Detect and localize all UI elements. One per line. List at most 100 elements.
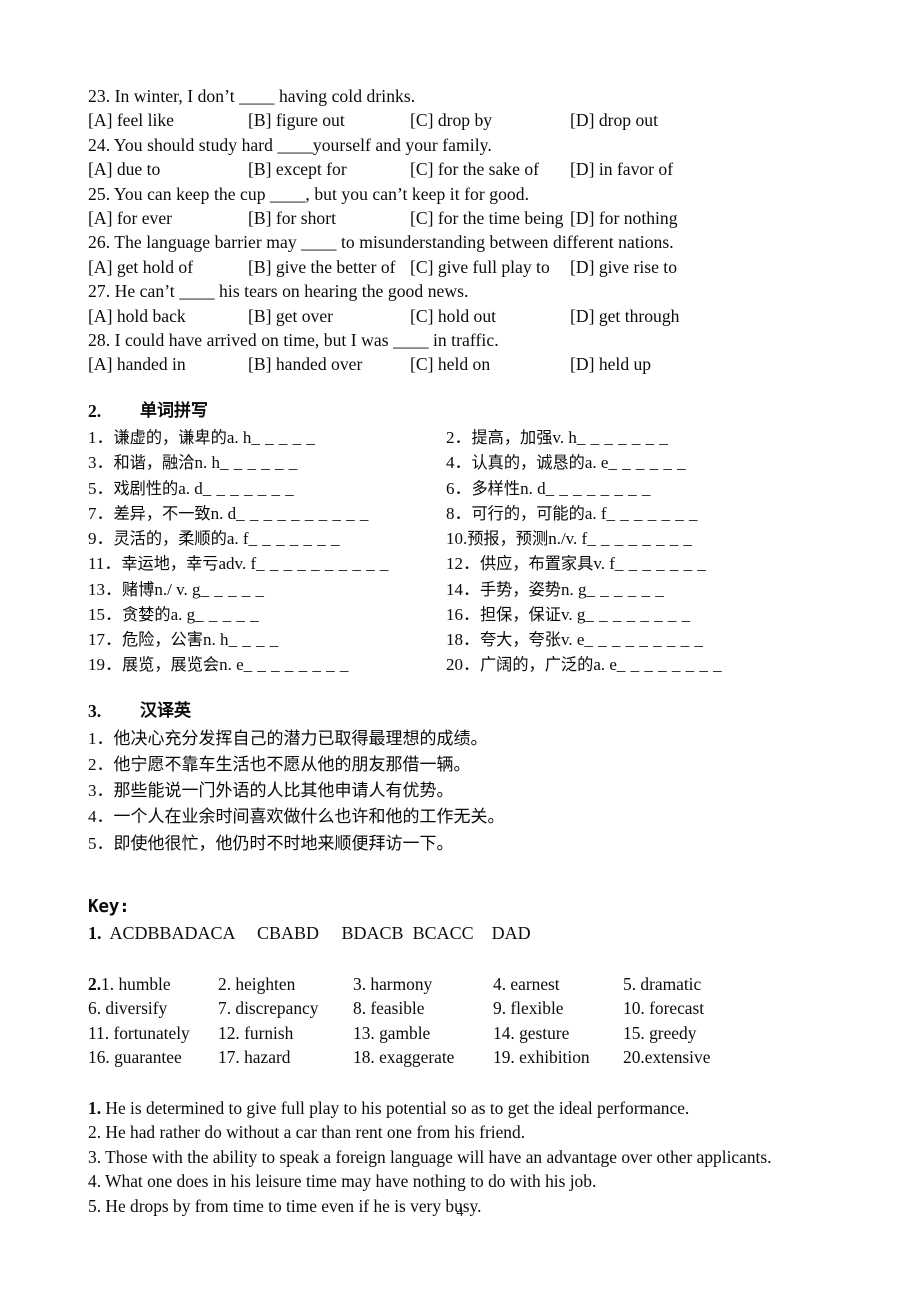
option-b-27[interactable]: [B] get over xyxy=(248,304,410,328)
vocab-row: 9．灵活的，柔顺的a. f_ _ _ _ _ _ _ 10.预报，预测n./v.… xyxy=(88,526,848,551)
vocab-blank-14[interactable]: _ _ _ _ _ _ xyxy=(586,580,664,599)
option-a-26[interactable]: [A] get hold of xyxy=(88,255,248,279)
vocab-row: 17．危险，公害n. h_ _ _ _ 18．夸大，夸张v. e_ _ _ _ … xyxy=(88,627,848,652)
vocab-cn-6: 多样性 xyxy=(471,478,521,498)
translation-index-1: 1． xyxy=(88,728,114,748)
vocab-item-3[interactable]: 3．和谐，融洽n. h_ _ _ _ _ _ xyxy=(88,450,446,475)
vocab-blank-16[interactable]: _ _ _ _ _ _ _ _ xyxy=(585,605,690,624)
vocab-blank-18[interactable]: _ _ _ _ _ _ _ _ _ xyxy=(584,630,703,649)
option-d-26[interactable]: [D] give rise to xyxy=(570,255,677,279)
translation-index-4: 4． xyxy=(88,807,114,827)
option-row-25: [A] for ever [B] for short [C] for the t… xyxy=(88,206,848,230)
vocab-blank-6[interactable]: _ _ _ _ _ _ _ _ xyxy=(546,479,651,498)
vocab-blank-10[interactable]: _ _ _ _ _ _ _ _ xyxy=(587,529,692,548)
vocab-blank-8[interactable]: _ _ _ _ _ _ _ xyxy=(607,504,699,523)
vocab-pos-18: v. e xyxy=(560,629,585,649)
key-answer-row: 11. fortunately 12. furnish 13. gamble 1… xyxy=(88,1021,848,1046)
vocab-row: 7．差异，不一致n. d_ _ _ _ _ _ _ _ _ _ 8．可行的，可能… xyxy=(88,501,848,526)
vocab-blank-17[interactable]: _ _ _ _ xyxy=(228,630,278,649)
vocab-item-1[interactable]: 1．谦虚的，谦卑的a. h_ _ _ _ _ xyxy=(88,425,446,450)
option-d-28[interactable]: [D] held up xyxy=(570,352,651,376)
key-part-1-answers: ACDBBADACA CBABD BDACB BCACC DAD xyxy=(101,922,531,943)
vocab-item-12[interactable]: 12．供应，布置家具v. f_ _ _ _ _ _ _ xyxy=(446,551,804,576)
option-a-23[interactable]: [A] feel like xyxy=(88,108,248,132)
vocab-blank-2[interactable]: _ _ _ _ _ _ _ xyxy=(577,428,669,447)
vocab-pos-9: a. f xyxy=(226,529,249,549)
vocab-blank-12[interactable]: _ _ _ _ _ _ _ xyxy=(615,554,707,573)
option-d-23[interactable]: [D] drop out xyxy=(570,108,658,132)
vocab-index-13: 13． xyxy=(88,579,122,599)
key-answer-2: 2. heighten xyxy=(218,973,296,994)
option-c-26[interactable]: [C] give full play to xyxy=(410,255,570,279)
vocab-pos-10: n./v. f xyxy=(548,529,588,549)
question-stem-24: 24. You should study hard ____yourself a… xyxy=(88,134,492,155)
vocab-cn-1: 谦虚的，谦卑的 xyxy=(113,428,227,448)
option-c-23[interactable]: [C] drop by xyxy=(410,108,570,132)
vocab-pos-16: v. g xyxy=(560,604,586,624)
vocab-blank-15[interactable]: _ _ _ _ _ xyxy=(195,605,259,624)
page-number: 4 xyxy=(456,1205,464,1220)
option-a-25[interactable]: [A] for ever xyxy=(88,206,248,230)
option-c-25[interactable]: [C] for the time being xyxy=(410,206,570,230)
vocab-blank-7[interactable]: _ _ _ _ _ _ _ _ _ _ xyxy=(236,504,369,523)
key-answer-7: 7. discrepancy xyxy=(218,998,319,1019)
vocab-item-14[interactable]: 14．手势，姿势n. g_ _ _ _ _ _ xyxy=(446,577,804,602)
option-c-28[interactable]: [C] held on xyxy=(410,352,570,376)
vocab-item-13[interactable]: 13．赌博n./ v. g_ _ _ _ _ xyxy=(88,577,446,602)
vocab-blank-19[interactable]: _ _ _ _ _ _ _ _ xyxy=(244,655,349,674)
vocab-item-11[interactable]: 11．幸运地，幸亏adv. f_ _ _ _ _ _ _ _ _ _ xyxy=(88,551,446,576)
key-answer-18: 18. exaggerate xyxy=(353,1047,455,1068)
option-d-25[interactable]: [D] for nothing xyxy=(570,206,678,230)
option-a-24[interactable]: [A] due to xyxy=(88,157,248,181)
vocab-item-20[interactable]: 20．广阔的，广泛的a. e_ _ _ _ _ _ _ _ xyxy=(446,652,804,677)
option-c-27[interactable]: [C] hold out xyxy=(410,304,570,328)
option-b-26[interactable]: [B] give the better of xyxy=(248,255,410,279)
translation-item-1: 1．他决心充分发挥自己的潜力已取得最理想的成绩。 xyxy=(88,726,848,752)
vocab-index-15: 15． xyxy=(88,604,122,624)
question-stem-23: 23. In winter, I don’t ____ having cold … xyxy=(88,86,416,106)
option-d-24[interactable]: [D] in favor of xyxy=(570,157,673,181)
vocab-item-6[interactable]: 6．多样性n. d_ _ _ _ _ _ _ _ xyxy=(446,476,804,501)
vocab-blank-13[interactable]: _ _ _ _ _ xyxy=(201,580,265,599)
vocab-item-15[interactable]: 15．贪婪的a. g_ _ _ _ _ xyxy=(88,602,446,627)
vocab-pos-1: a. h xyxy=(226,428,252,448)
option-b-23[interactable]: [B] figure out xyxy=(248,108,410,132)
vocab-item-18[interactable]: 18．夸大，夸张v. e_ _ _ _ _ _ _ _ _ xyxy=(446,627,804,652)
key-answer-14: 14. gesture xyxy=(493,1022,570,1043)
option-c-24[interactable]: [C] for the sake of xyxy=(410,157,570,181)
vocab-blank-1[interactable]: _ _ _ _ _ xyxy=(251,428,315,447)
vocab-item-17[interactable]: 17．危险，公害n. h_ _ _ _ xyxy=(88,627,446,652)
key-sentence-text-1: He is determined to give full play to hi… xyxy=(101,1097,690,1118)
vocab-blank-11[interactable]: _ _ _ _ _ _ _ _ _ _ xyxy=(256,554,389,573)
vocab-item-5[interactable]: 5．戏剧性的a. d_ _ _ _ _ _ _ xyxy=(88,476,446,501)
section-2-number: 2. xyxy=(88,400,102,421)
vocab-blank-9[interactable]: _ _ _ _ _ _ _ xyxy=(249,529,341,548)
vocab-item-16[interactable]: 16．担保，保证v. g_ _ _ _ _ _ _ _ xyxy=(446,602,804,627)
option-b-24[interactable]: [B] except for xyxy=(248,157,410,181)
vocab-row: 15．贪婪的a. g_ _ _ _ _ 16．担保，保证v. g_ _ _ _ … xyxy=(88,602,848,627)
vocab-row: 13．赌博n./ v. g_ _ _ _ _ 14．手势，姿势n. g_ _ _… xyxy=(88,577,848,602)
vocab-cn-12: 供应，布置家具 xyxy=(480,554,594,574)
vocab-blank-3[interactable]: _ _ _ _ _ _ xyxy=(220,453,298,472)
vocab-item-2[interactable]: 2．提高，加强v. h_ _ _ _ _ _ _ xyxy=(446,425,804,450)
section-3-heading: 3. 汉译英 xyxy=(88,699,848,723)
vocab-item-7[interactable]: 7．差异，不一致n. d_ _ _ _ _ _ _ _ _ _ xyxy=(88,501,446,526)
vocab-cn-8: 可行的，可能的 xyxy=(471,503,585,523)
vocab-blank-20[interactable]: _ _ _ _ _ _ _ _ xyxy=(617,655,722,674)
option-row-28: [A] handed in [B] handed over [C] held o… xyxy=(88,352,848,376)
option-a-28[interactable]: [A] handed in xyxy=(88,352,248,376)
option-d-27[interactable]: [D] get through xyxy=(570,304,679,328)
vocab-item-19[interactable]: 19．展览，展览会n. e_ _ _ _ _ _ _ _ xyxy=(88,652,446,677)
vocab-blank-4[interactable]: _ _ _ _ _ _ xyxy=(608,453,686,472)
vocab-item-4[interactable]: 4．认真的，诚恳的a. e_ _ _ _ _ _ xyxy=(446,450,804,475)
option-b-25[interactable]: [B] for short xyxy=(248,206,410,230)
key-answer-text-1: 1. humble xyxy=(101,973,171,994)
vocab-item-9[interactable]: 9．灵活的，柔顺的a. f_ _ _ _ _ _ _ xyxy=(88,526,446,551)
vocab-index-2: 2． xyxy=(446,428,472,448)
vocab-item-10[interactable]: 10.预报，预测n./v. f_ _ _ _ _ _ _ _ xyxy=(446,526,804,551)
option-b-28[interactable]: [B] handed over xyxy=(248,352,410,376)
vocab-blank-5[interactable]: _ _ _ _ _ _ _ xyxy=(203,479,295,498)
vocab-item-8[interactable]: 8．可行的，可能的a. f_ _ _ _ _ _ _ xyxy=(446,501,804,526)
option-a-27[interactable]: [A] hold back xyxy=(88,304,248,328)
vocab-index-7: 7． xyxy=(88,503,114,523)
